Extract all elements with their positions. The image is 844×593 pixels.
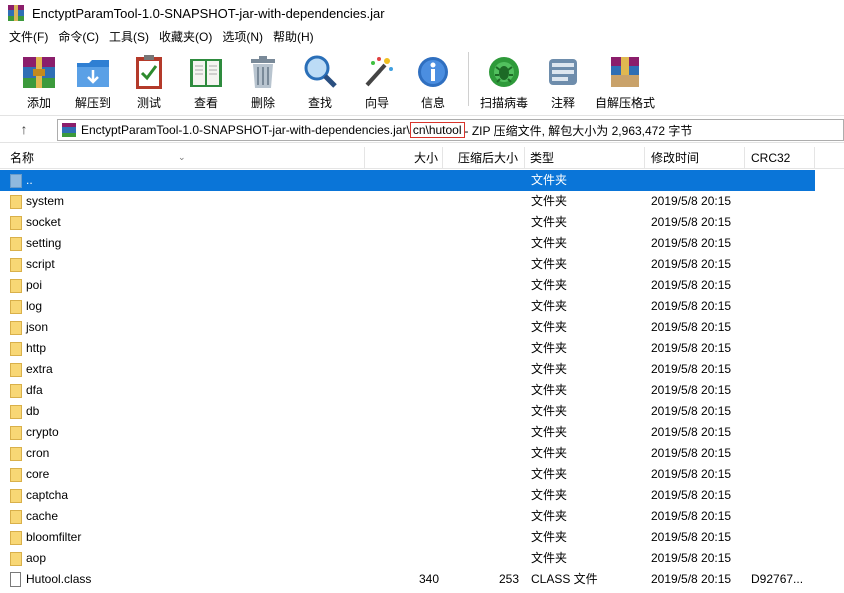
column-name[interactable]: 名称 ⌄: [0, 147, 365, 169]
menu-favorites[interactable]: 收藏夹(O): [154, 27, 217, 47]
file-list: .. 文件夹 system 文件夹 2019/5/8 20:15 socket 文件夹…: [0, 170, 844, 590]
path-field[interactable]: EnctyptParamTool-1.0-SNAPSHOT-jar-with-d…: [57, 119, 844, 141]
menu-help[interactable]: 帮助(H): [268, 27, 319, 47]
column-type[interactable]: 类型: [525, 147, 645, 169]
add-button[interactable]: 添加: [14, 48, 64, 110]
file-row[interactable]: db 文件夹 2019/5/8 20:15: [0, 401, 815, 422]
file-row[interactable]: json 文件夹 2019/5/8 20:15: [0, 317, 815, 338]
column-packed[interactable]: 压缩后大小: [443, 147, 525, 169]
folder-icon: [10, 510, 22, 524]
file-row[interactable]: Hutool.class 340 253 CLASS 文件 2019/5/8 2…: [0, 569, 815, 590]
folder-icon: [10, 237, 22, 251]
view-book-icon: [188, 53, 224, 91]
delete-button[interactable]: 删除: [236, 48, 290, 110]
column-crc[interactable]: CRC32: [745, 147, 815, 169]
folder-icon: [10, 321, 22, 335]
column-size[interactable]: 大小: [365, 147, 443, 169]
file-row[interactable]: core 文件夹 2019/5/8 20:15: [0, 464, 815, 485]
add-archive-icon: [21, 53, 57, 91]
menu-options[interactable]: 选项(N): [217, 27, 268, 47]
file-row-parent[interactable]: .. 文件夹: [0, 170, 815, 191]
find-button[interactable]: 查找: [292, 48, 348, 110]
path-prefix: EnctyptParamTool-1.0-SNAPSHOT-jar-with-d…: [81, 123, 410, 137]
toolbar: 添加 解压到 测试 查看 删除 查找 向导 信息 扫描病毒 注释 自解压格式: [0, 48, 844, 112]
folder-icon: [10, 468, 22, 482]
folder-icon: [10, 258, 22, 272]
folder-icon: [10, 531, 22, 545]
view-button[interactable]: 查看: [178, 48, 234, 110]
menu-file[interactable]: 文件(F): [4, 27, 53, 47]
address-bar: ↑ EnctyptParamTool-1.0-SNAPSHOT-jar-with…: [0, 115, 844, 143]
virus-scan-icon: [486, 53, 522, 91]
file-row[interactable]: bloomfilter 文件夹 2019/5/8 20:15: [0, 527, 815, 548]
wizard-button[interactable]: 向导: [350, 48, 404, 110]
file-row[interactable]: aop 文件夹 2019/5/8 20:15: [0, 548, 815, 569]
file-row[interactable]: log 文件夹 2019/5/8 20:15: [0, 296, 815, 317]
folder-icon: [10, 300, 22, 314]
title-bar: EnctyptParamTool-1.0-SNAPSHOT-jar-with-d…: [0, 0, 844, 26]
scan-virus-button[interactable]: 扫描病毒: [475, 48, 533, 110]
magic-wand-icon: [359, 53, 395, 91]
folder-icon: [10, 405, 22, 419]
trash-icon: [245, 53, 281, 91]
file-row[interactable]: setting 文件夹 2019/5/8 20:15: [0, 233, 815, 254]
file-row[interactable]: poi 文件夹 2019/5/8 20:15: [0, 275, 815, 296]
folder-icon: [10, 174, 22, 188]
file-row[interactable]: cache 文件夹 2019/5/8 20:15: [0, 506, 815, 527]
folder-icon: [10, 363, 22, 377]
file-row[interactable]: cron 文件夹 2019/5/8 20:15: [0, 443, 815, 464]
sfx-button[interactable]: 自解压格式: [593, 48, 657, 110]
toolbar-separator: [468, 52, 469, 106]
info-button[interactable]: 信息: [406, 48, 460, 110]
sort-chevron-icon: ⌄: [178, 152, 186, 162]
file-row[interactable]: system 文件夹 2019/5/8 20:15: [0, 191, 815, 212]
path-current-folder: cn\hutool: [409, 122, 465, 138]
up-arrow-icon[interactable]: ↑: [14, 119, 34, 139]
magnifier-icon: [302, 53, 338, 91]
folder-icon: [10, 489, 22, 503]
extract-to-button[interactable]: 解压到: [66, 48, 120, 110]
folder-icon: [10, 342, 22, 356]
file-row[interactable]: http 文件夹 2019/5/8 20:15: [0, 338, 815, 359]
folder-icon: [10, 447, 22, 461]
folder-icon: [10, 384, 22, 398]
test-button[interactable]: 测试: [122, 48, 176, 110]
folder-icon: [10, 279, 22, 293]
comment-icon: [545, 53, 581, 91]
winrar-icon: [8, 5, 24, 21]
menu-command[interactable]: 命令(C): [53, 27, 104, 47]
folder-icon: [10, 216, 22, 230]
column-header: 名称 ⌄ 大小 压缩后大小 类型 修改时间 CRC32: [0, 147, 844, 169]
column-modified[interactable]: 修改时间: [645, 147, 745, 169]
file-row[interactable]: crypto 文件夹 2019/5/8 20:15: [0, 422, 815, 443]
sfx-box-icon: [607, 53, 643, 91]
file-row[interactable]: script 文件夹 2019/5/8 20:15: [0, 254, 815, 275]
file-row[interactable]: captcha 文件夹 2019/5/8 20:15: [0, 485, 815, 506]
archive-icon: [61, 122, 77, 138]
window-title: EnctyptParamTool-1.0-SNAPSHOT-jar-with-d…: [32, 5, 385, 21]
extract-folder-icon: [75, 53, 111, 91]
archive-info: - ZIP 压缩文件, 解包大小为 2,963,472 字节: [464, 123, 693, 138]
file-row[interactable]: dfa 文件夹 2019/5/8 20:15: [0, 380, 815, 401]
info-icon: [415, 53, 451, 91]
test-clipboard-icon: [131, 53, 167, 91]
folder-icon: [10, 552, 22, 566]
menu-bar: 文件(F) 命令(C) 工具(S) 收藏夹(O) 选项(N) 帮助(H): [0, 27, 844, 47]
file-row[interactable]: extra 文件夹 2019/5/8 20:15: [0, 359, 815, 380]
class-file-icon: [10, 572, 21, 587]
menu-tools[interactable]: 工具(S): [104, 27, 154, 47]
folder-icon: [10, 426, 22, 440]
comment-button[interactable]: 注释: [535, 48, 591, 110]
file-row[interactable]: socket 文件夹 2019/5/8 20:15: [0, 212, 815, 233]
folder-icon: [10, 195, 22, 209]
